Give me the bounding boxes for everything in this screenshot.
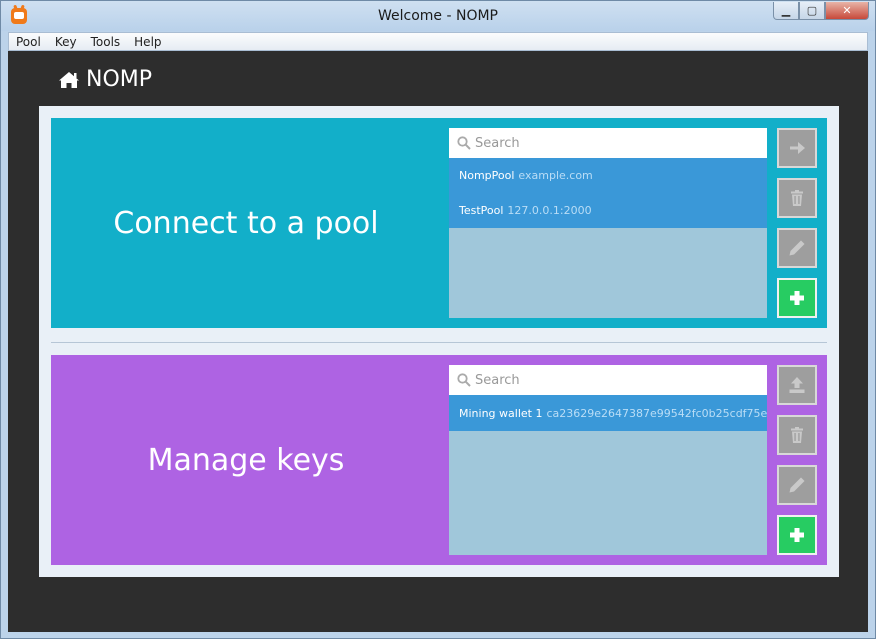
close-button[interactable]: ✕ xyxy=(825,2,869,20)
upload-key-button[interactable] xyxy=(777,365,817,405)
edit-key-button[interactable] xyxy=(777,465,817,505)
pool-card-title: Connect to a pool xyxy=(113,205,379,241)
trash-icon xyxy=(791,427,803,443)
menu-help[interactable]: Help xyxy=(127,35,168,49)
delete-key-button[interactable] xyxy=(777,415,817,455)
arrow-right-icon xyxy=(790,142,805,154)
minimize-button[interactable]: ▁ xyxy=(773,2,799,20)
keys-search-placeholder: Search xyxy=(475,372,520,388)
add-pool-button[interactable] xyxy=(777,278,817,318)
brand[interactable]: NOMP xyxy=(58,67,152,92)
window-title: Welcome - NOMP xyxy=(377,8,498,24)
title-bar[interactable]: Welcome - NOMP ▁ ▢ ✕ xyxy=(1,1,875,31)
trash-icon xyxy=(791,190,803,206)
keys-actions xyxy=(777,365,817,565)
app-window: Welcome - NOMP ▁ ▢ ✕ Pool Key Tools Help… xyxy=(0,0,876,639)
section-divider xyxy=(51,342,827,343)
pencil-icon xyxy=(789,240,805,256)
menu-tools[interactable]: Tools xyxy=(84,35,128,49)
keys-search-input[interactable]: Search xyxy=(449,365,767,395)
menu-bar: Pool Key Tools Help xyxy=(8,32,868,51)
pool-actions xyxy=(777,128,817,328)
pool-card: Connect to a pool Search NompPool exampl… xyxy=(51,118,827,328)
search-icon xyxy=(457,373,471,387)
window-controls: ▁ ▢ ✕ xyxy=(773,2,869,20)
connect-pool-button[interactable] xyxy=(777,128,817,168)
client-area: NOMP Connect to a pool Search NompPool e… xyxy=(8,51,868,632)
pool-address: example.com xyxy=(518,169,593,182)
pool-name: TestPool xyxy=(459,204,504,217)
key-name: Mining wallet 1 xyxy=(459,406,543,420)
pencil-icon xyxy=(789,477,805,493)
key-list-item[interactable]: Mining wallet 1 ca23629e2647387e99542fc0… xyxy=(449,395,767,431)
delete-pool-button[interactable] xyxy=(777,178,817,218)
pool-search-input[interactable]: Search xyxy=(449,128,767,158)
plus-icon xyxy=(790,528,804,542)
search-icon xyxy=(457,136,471,150)
pool-list-item[interactable]: NompPool example.com xyxy=(449,158,767,193)
pool-list-item[interactable]: TestPool 127.0.0.1:2000 xyxy=(449,193,767,228)
edit-pool-button[interactable] xyxy=(777,228,817,268)
menu-key[interactable]: Key xyxy=(48,35,84,49)
pool-name: NompPool xyxy=(459,169,515,182)
keys-card-title: Manage keys xyxy=(147,442,345,478)
main-panel: Connect to a pool Search NompPool exampl… xyxy=(39,106,839,577)
keys-card: Manage keys Search Mining wallet 1 ca236… xyxy=(51,355,827,565)
keys-list[interactable]: Search Mining wallet 1 ca23629e2647387e9… xyxy=(449,365,767,555)
pool-search-placeholder: Search xyxy=(475,135,520,151)
maximize-button[interactable]: ▢ xyxy=(799,2,825,20)
upload-icon xyxy=(789,377,805,393)
menu-pool[interactable]: Pool xyxy=(9,35,48,49)
home-icon xyxy=(59,71,79,88)
add-key-button[interactable] xyxy=(777,515,817,555)
key-address: ca23629e2647387e99542fc0b25cdf75e10... xyxy=(546,406,767,420)
plus-icon xyxy=(790,291,804,305)
brand-text: NOMP xyxy=(86,67,153,92)
pool-list[interactable]: Search NompPool example.com TestPool 127… xyxy=(449,128,767,318)
pool-address: 127.0.0.1:2000 xyxy=(507,204,592,217)
